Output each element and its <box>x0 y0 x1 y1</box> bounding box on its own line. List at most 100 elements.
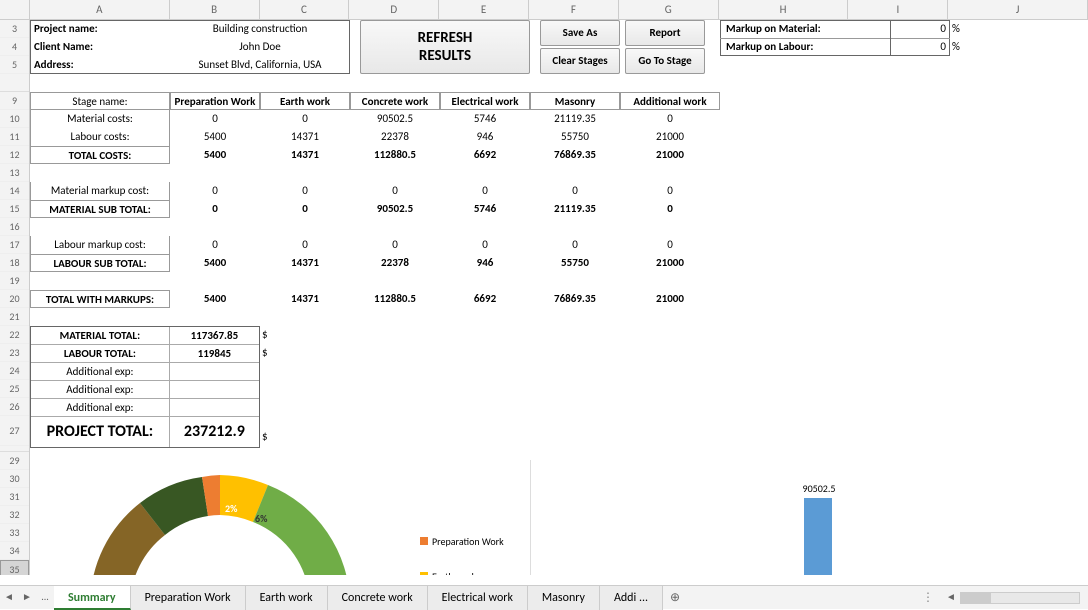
row-header-31[interactable]: 31 <box>0 488 29 506</box>
save-as-button[interactable]: Save As <box>540 20 620 46</box>
tab-preparation-work[interactable]: Preparation Work <box>131 586 246 610</box>
cell-total_costs-4[interactable]: 76869.35 <box>530 146 620 164</box>
row-header-22[interactable]: 22 <box>0 326 29 344</box>
tab-ellipsis[interactable]: ... <box>36 589 54 607</box>
col-header-H[interactable]: H <box>719 0 849 19</box>
row-header-24[interactable]: 24 <box>0 362 29 380</box>
cell-labour_markup-0[interactable]: 0 <box>170 236 260 254</box>
row-header-14[interactable]: 14 <box>0 182 29 200</box>
col-header-C[interactable]: C <box>260 0 350 19</box>
row-header-9[interactable]: 9 <box>0 92 29 110</box>
col-header-I[interactable]: I <box>848 0 948 19</box>
row-header-3[interactable]: 3 <box>0 20 29 38</box>
row-header-10[interactable]: 10 <box>0 110 29 128</box>
cell-material_markup-2[interactable]: 0 <box>350 182 440 200</box>
col-header-A[interactable]: A <box>30 0 170 19</box>
row-header-35[interactable]: 35 <box>0 560 29 575</box>
row-header-18[interactable]: 18 <box>0 254 29 272</box>
col-header-F[interactable]: F <box>529 0 619 19</box>
additional-exp-2[interactable]: Additional exp: <box>31 381 170 398</box>
row-header-4[interactable]: 4 <box>0 38 29 56</box>
cell-material_sub-4[interactable]: 21119.35 <box>530 200 620 218</box>
cell-total_markups-3[interactable]: 6692 <box>440 290 530 308</box>
refresh-results-button[interactable]: REFRESH RESULTS <box>360 20 530 74</box>
col-header-D[interactable]: D <box>349 0 439 19</box>
row-header-5[interactable]: 5 <box>0 56 29 74</box>
cell-material_sub-3[interactable]: 5746 <box>440 200 530 218</box>
col-header-J[interactable]: J <box>948 0 1088 19</box>
cell-total_markups-0[interactable]: 5400 <box>170 290 260 308</box>
project-name-value[interactable]: Building construction <box>170 20 350 38</box>
cell-labour_markup-2[interactable]: 0 <box>350 236 440 254</box>
tab-earth-work[interactable]: Earth work <box>246 586 328 610</box>
row-header-21[interactable]: 21 <box>0 308 29 326</box>
cell-labour_sub-5[interactable]: 21000 <box>620 254 720 272</box>
row-header-33[interactable]: 33 <box>0 524 29 542</box>
row-header-19[interactable]: 19 <box>0 272 29 290</box>
cell-labour_sub-4[interactable]: 55750 <box>530 254 620 272</box>
tab-electrical-work[interactable]: Electrical work <box>428 586 528 610</box>
grid-area[interactable]: Project name: Building construction Clie… <box>30 20 1088 575</box>
hscroll-thumb[interactable] <box>961 593 991 603</box>
cell-labour_costs-4[interactable]: 55750 <box>530 128 620 146</box>
cell-labour_costs-0[interactable]: 5400 <box>170 128 260 146</box>
cell-labour_sub-1[interactable]: 14371 <box>260 254 350 272</box>
cell-total_markups-5[interactable]: 21000 <box>620 290 720 308</box>
row-header-32[interactable]: 32 <box>0 506 29 524</box>
hscroll-left[interactable]: ◄ <box>942 589 960 607</box>
cell-total_costs-0[interactable]: 5400 <box>170 146 260 164</box>
col-header-B[interactable]: B <box>170 0 260 19</box>
cell-material_costs-0[interactable]: 0 <box>170 110 260 128</box>
cell-labour_costs-5[interactable]: 21000 <box>620 128 720 146</box>
cell-total_costs-2[interactable]: 112880.5 <box>350 146 440 164</box>
cell-material_sub-0[interactable]: 0 <box>170 200 260 218</box>
row-header-34[interactable]: 34 <box>0 542 29 560</box>
cell-labour_sub-0[interactable]: 5400 <box>170 254 260 272</box>
additional-exp-3[interactable]: Additional exp: <box>31 399 170 416</box>
tab-nav-prev[interactable]: ◄ <box>0 589 18 607</box>
cell-material_costs-2[interactable]: 90502.5 <box>350 110 440 128</box>
cell-labour_sub-3[interactable]: 946 <box>440 254 530 272</box>
row-header-26[interactable]: 26 <box>0 398 29 416</box>
cell-labour_markup-3[interactable]: 0 <box>440 236 530 254</box>
cell-labour_costs-3[interactable]: 946 <box>440 128 530 146</box>
cell-material_costs-1[interactable]: 0 <box>260 110 350 128</box>
go-to-stage-button[interactable]: Go To Stage <box>625 48 705 74</box>
cell-total_costs-5[interactable]: 21000 <box>620 146 720 164</box>
markup-labour-value[interactable]: 0 <box>890 38 950 56</box>
tab-concrete-work[interactable]: Concrete work <box>328 586 428 610</box>
cell-material_markup-4[interactable]: 0 <box>530 182 620 200</box>
row-header-25[interactable]: 25 <box>0 380 29 398</box>
cell-labour_sub-2[interactable]: 22378 <box>350 254 440 272</box>
row-header-20[interactable]: 20 <box>0 290 29 308</box>
col-header-G[interactable]: G <box>619 0 719 19</box>
hscroll-track[interactable] <box>960 592 1080 604</box>
row-header-17[interactable]: 17 <box>0 236 29 254</box>
row-header-30[interactable]: 30 <box>0 470 29 488</box>
cell-total_markups-2[interactable]: 112880.5 <box>350 290 440 308</box>
col-header-E[interactable]: E <box>439 0 529 19</box>
cell-total_markups-1[interactable]: 14371 <box>260 290 350 308</box>
additional-exp-1[interactable]: Additional exp: <box>31 363 170 380</box>
cell-material_markup-0[interactable]: 0 <box>170 182 260 200</box>
row-header-23[interactable]: 23 <box>0 344 29 362</box>
cell-labour_markup-4[interactable]: 0 <box>530 236 620 254</box>
markup-material-value[interactable]: 0 <box>890 20 950 38</box>
cell-material_sub-2[interactable]: 90502.5 <box>350 200 440 218</box>
cell-material_markup-5[interactable]: 0 <box>620 182 720 200</box>
cell-labour_costs-1[interactable]: 14371 <box>260 128 350 146</box>
tab-masonry[interactable]: Masonry <box>528 586 600 610</box>
row-header-16[interactable]: 16 <box>0 218 29 236</box>
tab-nav-next[interactable]: ► <box>18 589 36 607</box>
cell-material_markup-1[interactable]: 0 <box>260 182 350 200</box>
row-header-13[interactable]: 13 <box>0 164 29 182</box>
cell-total_costs-1[interactable]: 14371 <box>260 146 350 164</box>
row-header-11[interactable]: 11 <box>0 128 29 146</box>
tab-summary[interactable]: Summary <box>54 586 131 610</box>
address-value[interactable]: Sunset Blvd, California, USA <box>170 56 350 74</box>
client-name-value[interactable]: John Doe <box>170 38 350 56</box>
cell-material_markup-3[interactable]: 0 <box>440 182 530 200</box>
cell-material_sub-5[interactable]: 0 <box>620 200 720 218</box>
select-all-corner[interactable] <box>0 0 30 19</box>
cell-material_costs-5[interactable]: 0 <box>620 110 720 128</box>
